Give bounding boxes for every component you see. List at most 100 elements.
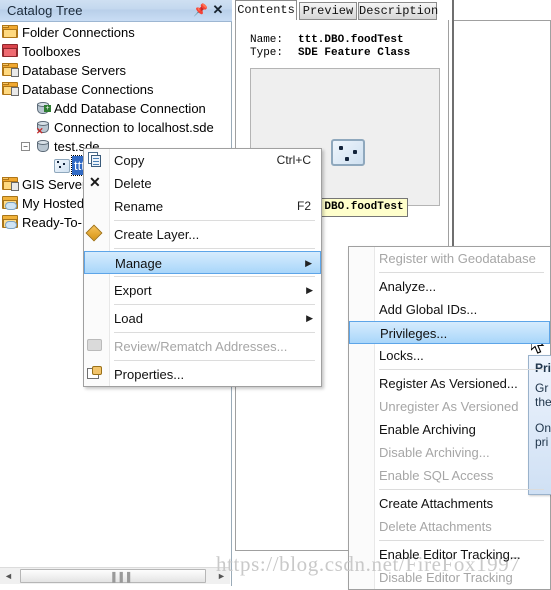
name-value: ttt.DBO.foodTest	[298, 34, 404, 46]
menu-item-label: Delete	[114, 176, 152, 191]
submenu-item: Register with Geodatabase	[349, 247, 550, 270]
submenu-item-label: Unregister As Versioned	[379, 399, 519, 414]
scrollbar-grip-icon: ▐▐▐	[109, 572, 132, 582]
menu-item[interactable]: Export ▶	[84, 279, 321, 302]
tree-item-label: Connection to localhost.sde	[54, 120, 214, 135]
tree-item[interactable]: Toolboxes	[0, 42, 231, 61]
tree-expander-icon[interactable]: −	[21, 142, 30, 151]
scroll-right-arrow-icon[interactable]: ►	[213, 568, 230, 584]
review-addresses-icon	[87, 339, 102, 351]
submenu-item[interactable]: Enable Archiving	[349, 418, 550, 441]
cloud-folder-icon	[2, 196, 19, 210]
submenu-separator	[379, 272, 544, 273]
submenu-item[interactable]: Analyze...	[349, 275, 550, 298]
menu-item-shortcut: Ctrl+C	[276, 153, 311, 167]
submenu-arrow-icon: ▶	[306, 285, 313, 295]
menu-item-shortcut: F2	[296, 199, 311, 213]
submenu-item[interactable]: Add Global IDs...	[349, 298, 550, 321]
submenu-item-label: Enable Archiving	[379, 422, 476, 437]
tab-description[interactable]: Description	[358, 2, 438, 20]
submenu-arrow-icon: ▶	[305, 258, 312, 268]
menu-item-label: Create Layer...	[114, 227, 200, 242]
submenu-item-label: Locks...	[379, 348, 424, 363]
type-label: Type:	[250, 47, 284, 59]
menu-item-label: Copy	[114, 153, 145, 168]
submenu-item: Unregister As Versioned	[349, 395, 550, 418]
tree-item-label: Database Connections	[22, 82, 154, 97]
tree-item[interactable]: + Add Database Connection	[18, 99, 231, 118]
tree-item[interactable]: Folder Connections	[0, 23, 231, 42]
scroll-left-arrow-icon[interactable]: ◄	[0, 568, 17, 584]
menu-item[interactable]: Manage ▶	[84, 251, 321, 274]
type-value: SDE Feature Class	[298, 47, 411, 59]
submenu-item-label: Enable SQL Access	[379, 468, 494, 483]
delete-x-icon: ✕	[89, 174, 101, 190]
submenu-separator	[379, 540, 544, 541]
menu-item[interactable]: Copy Ctrl+C	[84, 149, 321, 172]
name-label: Name:	[250, 34, 284, 46]
submenu-arrow-icon: ▶	[306, 313, 313, 323]
properties-icon	[87, 366, 102, 380]
menu-separator	[114, 332, 315, 333]
panel-title: Catalog Tree	[7, 3, 83, 18]
tree-item-label: Database Servers	[22, 63, 127, 78]
submenu-item[interactable]: Register As Versioned...	[349, 372, 550, 395]
database-icon	[36, 139, 50, 153]
manage-submenu[interactable]: Register with Geodatabase Analyze... Add G…	[348, 246, 551, 590]
tree-item-label: Add Database Connection	[54, 101, 206, 116]
submenu-item[interactable]: Locks...	[349, 344, 550, 367]
menu-item-label: Export	[114, 283, 152, 298]
menu-separator	[114, 220, 315, 221]
tree-item[interactable]: Database Servers	[0, 61, 231, 80]
tree-horizontal-scrollbar[interactable]: ◄ ▐▐▐ ►	[0, 567, 230, 584]
tree-item[interactable]: Database Connections	[0, 80, 231, 99]
toolbox-icon	[2, 44, 19, 58]
point-feature-class-icon[interactable]	[331, 139, 365, 166]
submenu-item: Disable Archiving...	[349, 441, 550, 464]
submenu-item-label: Privileges...	[380, 326, 448, 341]
tab-contents[interactable]: Contents	[235, 0, 297, 21]
menu-item-label: Rename	[114, 199, 164, 214]
catalog-tree-titlebar: Catalog Tree 📌 ✕	[0, 0, 232, 22]
menu-separator	[114, 276, 315, 277]
tree-item[interactable]: ✕ Connection to localhost.sde	[18, 118, 231, 137]
menu-item-label: Load	[114, 311, 143, 326]
submenu-item[interactable]: Privileges...	[349, 321, 550, 344]
menu-item-label: Manage	[115, 256, 162, 271]
menu-separator	[114, 360, 315, 361]
menu-item[interactable]: Properties...	[84, 363, 321, 386]
copy-icon	[88, 152, 102, 167]
close-icon[interactable]: ✕	[211, 3, 225, 17]
menu-item[interactable]: ✕ Delete	[84, 172, 321, 195]
submenu-separator	[379, 369, 544, 370]
submenu-item[interactable]: Create Attachments	[349, 492, 550, 515]
pin-icon[interactable]: 📌	[193, 3, 208, 17]
menu-item: Review/Rematch Addresses...	[84, 335, 321, 358]
submenu-item-label: Register As Versioned...	[379, 376, 518, 391]
menu-item[interactable]: Rename F2	[84, 195, 321, 218]
submenu-item-label: Enable Editor Tracking...	[379, 547, 521, 562]
database-server-icon	[2, 63, 19, 77]
menu-item[interactable]: Create Layer...	[84, 223, 321, 246]
tab-preview[interactable]: Preview	[299, 2, 357, 20]
database-broken-icon: ✕	[36, 120, 50, 136]
submenu-item-label: Add Global IDs...	[379, 302, 478, 317]
menu-item-label: Properties...	[114, 367, 185, 382]
gis-servers-icon	[2, 177, 19, 191]
menu-item[interactable]: Load ▶	[84, 307, 321, 330]
cloud-folder-icon	[2, 215, 19, 229]
submenu-separator	[379, 489, 544, 490]
submenu-item-label: Register with Geodatabase	[379, 251, 536, 266]
point-feature-icon	[54, 158, 70, 173]
submenu-item-label: Create Attachments	[379, 496, 494, 511]
submenu-item: Enable SQL Access	[349, 464, 550, 487]
submenu-item-label: Disable Archiving...	[379, 445, 490, 460]
database-connections-icon	[2, 82, 19, 96]
submenu-item[interactable]: Enable Editor Tracking...	[349, 543, 550, 566]
tree-item-label: Folder Connections	[22, 25, 135, 40]
menu-separator	[114, 304, 315, 305]
tree-item-label: Toolboxes	[22, 44, 81, 59]
scrollbar-thumb[interactable]: ▐▐▐	[20, 569, 206, 583]
context-menu[interactable]: Copy Ctrl+C ✕ Delete Rename F2 Create Layer...…	[83, 148, 322, 387]
submenu-item: Delete Attachments	[349, 515, 550, 538]
